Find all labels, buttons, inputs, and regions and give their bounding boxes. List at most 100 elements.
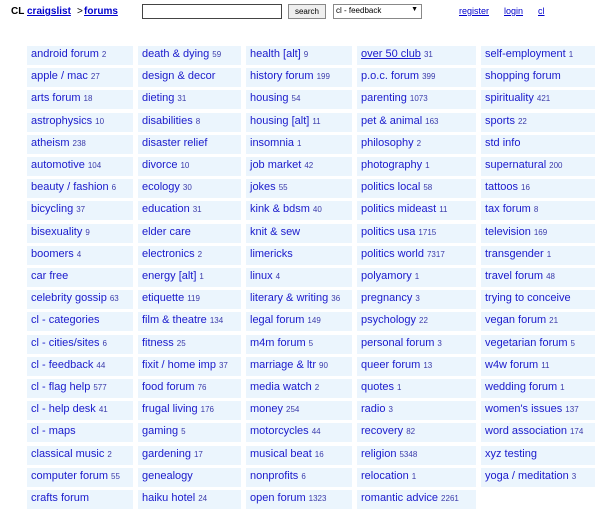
breadcrumb-forums-link[interactable]: forums xyxy=(84,6,118,17)
forum-link[interactable]: health [alt] 9 xyxy=(246,46,352,65)
forum-link[interactable]: housing [alt] 11 xyxy=(246,113,352,132)
forum-link[interactable]: quotes 1 xyxy=(357,379,476,398)
forum-link[interactable]: computer forum 55 xyxy=(27,468,133,487)
forum-link[interactable]: apple / mac 27 xyxy=(27,68,133,87)
forum-link[interactable]: yoga / meditation 3 xyxy=(481,468,595,487)
forum-link[interactable]: word association 174 xyxy=(481,423,595,442)
forum-link[interactable]: psychology 22 xyxy=(357,312,476,331)
forum-link[interactable]: ecology 30 xyxy=(138,179,241,198)
forum-link[interactable]: over 50 club 31 xyxy=(357,46,476,65)
forum-link[interactable]: legal forum 149 xyxy=(246,312,352,331)
forum-link[interactable]: women's issues 137 xyxy=(481,401,595,420)
forum-link[interactable]: frugal living 176 xyxy=(138,401,241,420)
forum-link[interactable]: divorce 10 xyxy=(138,157,241,176)
forum-link[interactable]: pet & animal 163 xyxy=(357,113,476,132)
forum-link[interactable]: car free xyxy=(27,268,133,287)
craigslist-logo[interactable]: CL xyxy=(11,6,24,17)
forum-link[interactable]: money 254 xyxy=(246,401,352,420)
forum-link[interactable]: housing 54 xyxy=(246,90,352,109)
forum-link[interactable]: disaster relief xyxy=(138,135,241,154)
forum-link[interactable]: personal forum 3 xyxy=(357,335,476,354)
forum-link[interactable]: sports 22 xyxy=(481,113,595,132)
forum-link[interactable]: recovery 82 xyxy=(357,423,476,442)
forum-link[interactable]: self-employment 1 xyxy=(481,46,595,65)
forum-link[interactable]: classical music 2 xyxy=(27,446,133,465)
forum-link[interactable]: trying to conceive xyxy=(481,290,595,309)
forum-link[interactable]: beauty / fashion 6 xyxy=(27,179,133,198)
forum-link[interactable]: cl - categories xyxy=(27,312,133,331)
forum-link[interactable]: history forum 199 xyxy=(246,68,352,87)
forum-link[interactable]: philosophy 2 xyxy=(357,135,476,154)
forum-link[interactable]: etiquette 119 xyxy=(138,290,241,309)
forum-link[interactable]: jokes 55 xyxy=(246,179,352,198)
forum-link[interactable]: std info xyxy=(481,135,595,154)
forum-link[interactable]: wedding forum 1 xyxy=(481,379,595,398)
forum-link[interactable]: politics world 7317 xyxy=(357,246,476,265)
forum-link[interactable]: knit & sew xyxy=(246,224,352,243)
search-button[interactable]: search xyxy=(288,4,326,19)
forum-link[interactable]: boomers 4 xyxy=(27,246,133,265)
forum-link[interactable]: disabilities 8 xyxy=(138,113,241,132)
forum-link[interactable]: bisexuality 9 xyxy=(27,224,133,243)
forum-link[interactable]: job market 42 xyxy=(246,157,352,176)
forum-link[interactable]: politics mideast 11 xyxy=(357,201,476,220)
forum-link[interactable]: parenting 1073 xyxy=(357,90,476,109)
forum-link[interactable]: crafts forum xyxy=(27,490,133,509)
forum-link[interactable]: m4m forum 5 xyxy=(246,335,352,354)
forum-link[interactable]: elder care xyxy=(138,224,241,243)
forum-link[interactable]: media watch 2 xyxy=(246,379,352,398)
forum-select-dropdown[interactable]: cl - feedback ▼ xyxy=(333,4,422,19)
login-link[interactable]: login xyxy=(504,6,523,16)
forum-link[interactable]: food forum 76 xyxy=(138,379,241,398)
forum-link[interactable]: photography 1 xyxy=(357,157,476,176)
forum-link[interactable]: linux 4 xyxy=(246,268,352,287)
forum-link[interactable]: transgender 1 xyxy=(481,246,595,265)
forum-link[interactable]: automotive 104 xyxy=(27,157,133,176)
forum-link[interactable]: queer forum 13 xyxy=(357,357,476,376)
forum-link[interactable]: gardening 17 xyxy=(138,446,241,465)
forum-link[interactable]: tattoos 16 xyxy=(481,179,595,198)
forum-link[interactable]: vegetarian forum 5 xyxy=(481,335,595,354)
forum-link[interactable]: energy [alt] 1 xyxy=(138,268,241,287)
search-input[interactable] xyxy=(142,4,282,19)
forum-link[interactable]: television 169 xyxy=(481,224,595,243)
forum-link[interactable]: nonprofits 6 xyxy=(246,468,352,487)
forum-link[interactable]: arts forum 18 xyxy=(27,90,133,109)
forum-link[interactable]: vegan forum 21 xyxy=(481,312,595,331)
forum-link[interactable]: romantic advice 2261 xyxy=(357,490,476,509)
forum-link[interactable]: cl - help desk 41 xyxy=(27,401,133,420)
forum-link[interactable]: literary & writing 36 xyxy=(246,290,352,309)
forum-link[interactable]: fitness 25 xyxy=(138,335,241,354)
forum-link[interactable]: education 31 xyxy=(138,201,241,220)
forum-link[interactable]: politics local 58 xyxy=(357,179,476,198)
forum-link[interactable]: insomnia 1 xyxy=(246,135,352,154)
register-link[interactable]: register xyxy=(459,6,489,16)
forum-link[interactable]: astrophysics 10 xyxy=(27,113,133,132)
forum-link[interactable]: w4w forum 11 xyxy=(481,357,595,376)
forum-link[interactable]: death & dying 59 xyxy=(138,46,241,65)
breadcrumb-craigslist-link[interactable]: craigslist xyxy=(27,6,71,17)
forum-link[interactable]: polyamory 1 xyxy=(357,268,476,287)
forum-link[interactable]: radio 3 xyxy=(357,401,476,420)
forum-link[interactable]: genealogy xyxy=(138,468,241,487)
forum-link[interactable]: marriage & ltr 90 xyxy=(246,357,352,376)
forum-link[interactable]: open forum 1323 xyxy=(246,490,352,509)
forum-link[interactable]: religion 5348 xyxy=(357,446,476,465)
forum-link[interactable]: design & decor xyxy=(138,68,241,87)
forum-link[interactable]: dieting 31 xyxy=(138,90,241,109)
forum-link[interactable]: spirituality 421 xyxy=(481,90,595,109)
cl-link[interactable]: cl xyxy=(538,6,545,16)
forum-link[interactable]: motorcycles 44 xyxy=(246,423,352,442)
forum-link[interactable]: cl - cities/sites 6 xyxy=(27,335,133,354)
forum-link[interactable]: shopping forum xyxy=(481,68,595,87)
forum-link[interactable]: film & theatre 134 xyxy=(138,312,241,331)
forum-link[interactable]: bicycling 37 xyxy=(27,201,133,220)
forum-link[interactable]: tax forum 8 xyxy=(481,201,595,220)
forum-link[interactable]: electronics 2 xyxy=(138,246,241,265)
forum-link[interactable]: pregnancy 3 xyxy=(357,290,476,309)
forum-link[interactable]: cl - flag help 577 xyxy=(27,379,133,398)
forum-link[interactable]: cl - feedback 44 xyxy=(27,357,133,376)
forum-link[interactable]: musical beat 16 xyxy=(246,446,352,465)
forum-link[interactable]: p.o.c. forum 399 xyxy=(357,68,476,87)
forum-link[interactable]: supernatural 200 xyxy=(481,157,595,176)
